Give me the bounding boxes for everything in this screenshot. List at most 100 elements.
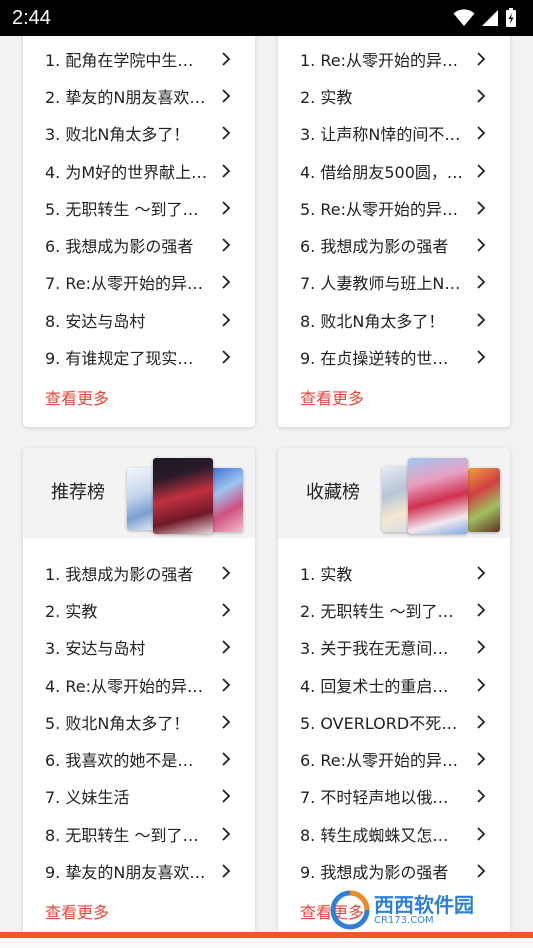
ranking-item[interactable]: 2. 实教: [278, 77, 510, 114]
cover-stack: [382, 458, 502, 534]
view-more-link[interactable]: 查看更多: [278, 385, 510, 409]
watermark-logo-icon: [330, 890, 370, 930]
ranking-card-top-right: 1. Re:从零开始的异… 2. 实教 3. 让声称N悻的间不… 4. 借给朋友…: [278, 36, 510, 427]
ranking-item[interactable]: 1. 配角在学院中生…: [23, 40, 255, 77]
chevron-right-icon: [477, 677, 486, 692]
chevron-right-icon: [222, 677, 231, 692]
ranking-item[interactable]: 5. OVERLORD不死…: [278, 703, 510, 740]
ranking-item[interactable]: 9. 我想成为影の强者: [278, 852, 510, 889]
chevron-right-icon: [222, 827, 231, 841]
chevron-right-icon: [222, 126, 231, 140]
ranking-item[interactable]: 3. 安达与岛村: [23, 629, 255, 666]
watermark-text: 西西软件园: [374, 892, 474, 917]
ranking-item[interactable]: 3. 关于我在无意间…: [278, 629, 510, 666]
ranking-item[interactable]: 1. 实教: [278, 554, 510, 591]
ranking-list: 1. 配角在学院中生… 2. 挚友的N朋友喜欢… 3. 败北N角太多了！ 4. …: [23, 36, 255, 376]
watermark: 西西软件园 CR173.COM: [330, 888, 533, 932]
recommend-ranking-card: 推荐榜 1. 我想成为影の强者 2. 实教 3. 安达与岛村 4. Re:从零开…: [23, 448, 255, 934]
ranking-list: 1. 实教 2. 无职转生 ～到了… 3. 关于我在无意间… 4. 回复术士的重…: [278, 538, 510, 890]
ranking-item[interactable]: 6. Re:从零开始的异…: [278, 740, 510, 777]
cover-stack: [127, 458, 247, 534]
chevron-right-icon: [222, 313, 231, 327]
book-cover-image: [211, 468, 243, 532]
battery-icon: [506, 8, 516, 27]
status-icons: [453, 8, 517, 28]
ranking-item[interactable]: 7. Re:从零开始的异…: [23, 264, 255, 301]
chevron-right-icon: [477, 313, 486, 327]
chevron-right-icon: [477, 827, 486, 841]
chevron-right-icon: [222, 640, 231, 654]
chevron-right-icon: [222, 715, 231, 729]
chevron-right-icon: [477, 864, 486, 878]
chevron-right-icon: [477, 603, 486, 617]
card-header[interactable]: 推荐榜: [23, 448, 255, 538]
chevron-right-icon: [222, 350, 231, 364]
ranking-item[interactable]: 6. 我想成为影の强者: [278, 226, 510, 263]
card-header[interactable]: 收藏榜: [278, 448, 510, 538]
ranking-item[interactable]: 8. 转生成蜘蛛又怎…: [278, 815, 510, 852]
ranking-item[interactable]: 6. 我喜欢的她不是…: [23, 740, 255, 777]
chevron-right-icon: [477, 89, 486, 103]
ranking-item[interactable]: 8. 败北N角太多了！: [278, 301, 510, 338]
ranking-item[interactable]: 1. Re:从零开始的异…: [278, 40, 510, 77]
ranking-item[interactable]: 9. 有谁规定了现实…: [23, 338, 255, 375]
ranking-item[interactable]: 9. 在贞操逆转的世…: [278, 338, 510, 375]
chevron-right-icon: [477, 566, 486, 580]
status-bar: 2:44: [0, 0, 533, 36]
ranking-item[interactable]: 3. 让声称N悻的间不…: [278, 115, 510, 152]
chevron-right-icon: [222, 752, 231, 766]
chevron-right-icon: [222, 275, 231, 290]
ranking-content[interactable]: 1. 配角在学院中生… 2. 挚友的N朋友喜欢… 3. 败北N角太多了！ 4. …: [0, 36, 533, 934]
ranking-list: 1. 我想成为影の强者 2. 实教 3. 安达与岛村 4. Re:从零开始的异……: [23, 538, 255, 890]
chevron-right-icon: [222, 163, 231, 178]
ranking-item[interactable]: 2. 挚友的N朋友喜欢…: [23, 77, 255, 114]
ranking-item[interactable]: 3. 败北N角太多了！: [23, 115, 255, 152]
ranking-item[interactable]: 4. 为M好的世界献上…: [23, 152, 255, 189]
chevron-right-icon: [477, 752, 486, 766]
chevron-right-icon: [477, 640, 486, 654]
ranking-item[interactable]: 5. 败北N角太多了！: [23, 703, 255, 740]
chevron-right-icon: [222, 566, 231, 580]
view-more-link[interactable]: 查看更多: [23, 385, 255, 409]
chevron-right-icon: [477, 163, 486, 178]
ranking-item[interactable]: 7. 义妹生活: [23, 778, 255, 815]
signal-icon: [482, 10, 498, 26]
chevron-right-icon: [222, 864, 231, 878]
book-cover-image: [153, 458, 213, 534]
wifi-icon: [453, 9, 475, 26]
chevron-right-icon: [222, 89, 231, 103]
chevron-right-icon: [477, 350, 486, 364]
ranking-item[interactable]: 1. 我想成为影の强者: [23, 554, 255, 591]
navigation-bar: [0, 938, 533, 948]
chevron-right-icon: [222, 238, 231, 252]
chevron-right-icon: [222, 789, 231, 804]
ranking-item[interactable]: 2. 实教: [23, 591, 255, 628]
chevron-right-icon: [477, 715, 486, 729]
ranking-item[interactable]: 7. 不时轻声地以俄…: [278, 778, 510, 815]
ranking-item[interactable]: 5. Re:从零开始的异…: [278, 189, 510, 226]
status-time: 2:44: [12, 6, 51, 29]
ranking-item[interactable]: 4. 回复术士的重启…: [278, 666, 510, 703]
chevron-right-icon: [477, 201, 486, 215]
chevron-right-icon: [222, 603, 231, 617]
chevron-right-icon: [477, 126, 486, 140]
card-title: 推荐榜: [51, 482, 105, 503]
ranking-item[interactable]: 6. 我想成为影の强者: [23, 226, 255, 263]
book-cover-image: [408, 458, 468, 534]
ranking-item[interactable]: 7. 人妻教师与班上N…: [278, 264, 510, 301]
chevron-right-icon: [477, 52, 486, 66]
card-title: 收藏榜: [306, 482, 360, 503]
view-more-link[interactable]: 查看更多: [23, 899, 255, 923]
ranking-item[interactable]: 8. 无职转生 ～到了…: [23, 815, 255, 852]
book-cover-image: [468, 468, 500, 532]
watermark-text-block: 西西软件园 CR173.COM: [374, 895, 474, 926]
ranking-item[interactable]: 2. 无职转生 ～到了…: [278, 591, 510, 628]
ranking-item[interactable]: 9. 挚友的N朋友喜欢…: [23, 852, 255, 889]
chevron-right-icon: [477, 275, 486, 290]
ranking-item[interactable]: 5. 无职转生 ～到了…: [23, 189, 255, 226]
ranking-list: 1. Re:从零开始的异… 2. 实教 3. 让声称N悻的间不… 4. 借给朋友…: [278, 36, 510, 376]
chevron-right-icon: [222, 201, 231, 215]
ranking-item[interactable]: 4. 借给朋友500圆，…: [278, 152, 510, 189]
ranking-item[interactable]: 8. 安达与岛村: [23, 301, 255, 338]
ranking-item[interactable]: 4. Re:从零开始的异…: [23, 666, 255, 703]
